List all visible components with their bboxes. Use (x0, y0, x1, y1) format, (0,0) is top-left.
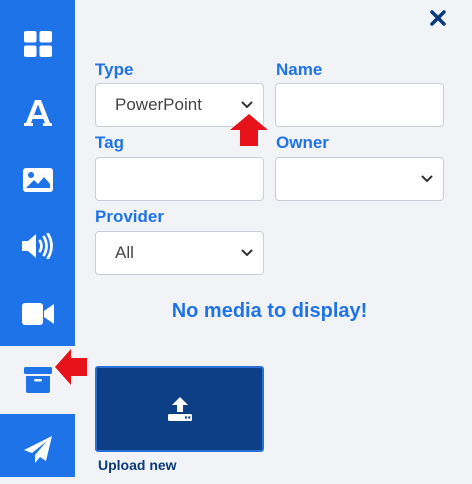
text-icon (23, 100, 52, 126)
audio-icon (21, 233, 53, 259)
sidebar-item-layout[interactable] (0, 10, 75, 78)
send-icon (23, 436, 52, 463)
upload-icon (167, 397, 192, 421)
owner-select[interactable] (275, 157, 444, 201)
type-label: Type (95, 60, 134, 79)
chevron-down-icon (421, 175, 433, 182)
tag-input[interactable] (95, 157, 264, 201)
sidebar-item-image[interactable] (0, 146, 75, 214)
sidebar-item-audio[interactable] (0, 212, 75, 280)
sidebar-item-video[interactable] (0, 280, 75, 348)
grid-icon (23, 31, 52, 57)
close-icon (430, 10, 446, 26)
chevron-down-icon (241, 249, 253, 256)
type-select-value: PowerPoint (115, 95, 202, 114)
video-icon (21, 303, 54, 325)
sidebar (0, 0, 75, 477)
name-input[interactable] (275, 83, 444, 127)
provider-select[interactable]: All (95, 231, 264, 275)
sidebar-item-send[interactable] (0, 416, 75, 484)
close-button[interactable] (428, 8, 448, 28)
owner-label: Owner (276, 133, 329, 152)
sidebar-item-text[interactable] (0, 78, 75, 146)
annotation-arrow-up-icon (230, 114, 268, 146)
chevron-down-icon (241, 101, 253, 108)
upload-label: Upload new (98, 457, 177, 473)
upload-button[interactable] (95, 366, 264, 452)
annotation-arrow-left-icon (55, 349, 87, 385)
provider-select-value: All (115, 243, 134, 262)
tag-label: Tag (95, 133, 124, 152)
provider-label: Provider (95, 207, 164, 226)
empty-state-message: No media to display! (171, 300, 368, 322)
image-icon (22, 168, 53, 192)
name-label: Name (276, 60, 323, 79)
archive-icon (23, 367, 52, 393)
